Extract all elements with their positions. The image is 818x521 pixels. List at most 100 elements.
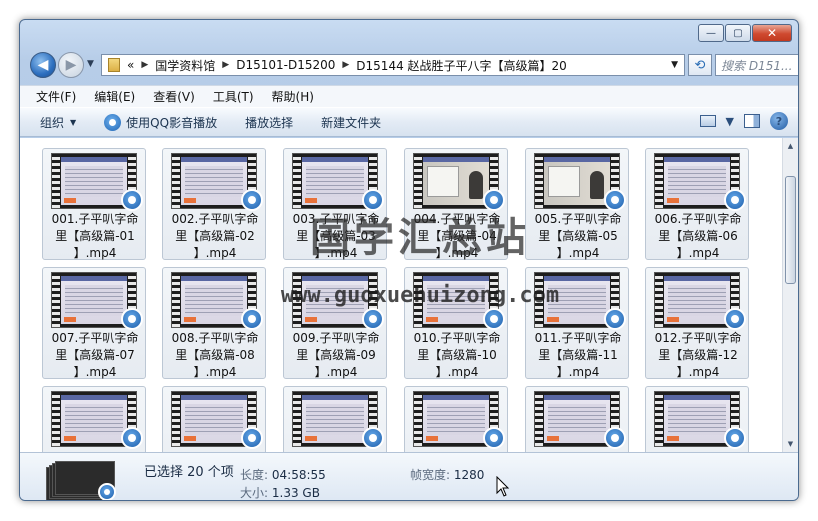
help-icon[interactable]: ? xyxy=(770,112,788,130)
file-item[interactable]: 012.子平叭字命 里【高级篇-12 】.mp4 xyxy=(645,267,749,379)
file-item[interactable]: 005.子平叭字命 里【高级篇-05 】.mp4 xyxy=(525,148,629,260)
details-pane: 已选择 20 个项 长度: 04:58:55 大小: 1.33 GB 帧宽度: … xyxy=(20,452,798,500)
caption-buttons: — ▢ ✕ xyxy=(697,24,792,42)
file-item[interactable]: 010.子平叭字命 里【高级篇-10 】.mp4 xyxy=(404,267,508,379)
frame-width-label: 帧宽度: xyxy=(410,468,451,482)
slide-tag xyxy=(184,436,196,441)
scrollbar-thumb[interactable] xyxy=(785,176,796,284)
frame-width-value: 1280 xyxy=(453,468,485,482)
menu-edit[interactable]: 编辑(E) xyxy=(94,88,135,105)
new-folder-button[interactable]: 新建文件夹 xyxy=(321,114,381,131)
slide-tag xyxy=(305,317,317,322)
slide-tag xyxy=(426,436,438,441)
folder-icon xyxy=(108,58,120,72)
file-item[interactable]: 001.子平叭字命 里【高级篇-01 】.mp4 xyxy=(42,148,146,260)
qq-player-icon xyxy=(98,483,116,500)
file-item[interactable]: 004.子平叭字命 里【高级篇-04 】.mp4 xyxy=(404,148,508,260)
file-name: 009.子平叭字命 里【高级篇-09 】.mp4 xyxy=(284,330,388,381)
file-item[interactable] xyxy=(645,386,749,452)
forward-button[interactable]: ▶ xyxy=(58,52,84,78)
arrow-right-icon: ▶ xyxy=(65,57,77,73)
preview-pane-icon[interactable] xyxy=(744,114,760,128)
qq-player-icon xyxy=(241,189,263,211)
file-item[interactable]: 006.子平叭字命 里【高级篇-06 】.mp4 xyxy=(645,148,749,260)
qq-player-icon xyxy=(241,308,263,330)
file-item[interactable] xyxy=(162,386,266,452)
breadcrumb-item[interactable]: D15144 赵战胜子平八字【高级篇】20 xyxy=(356,57,567,74)
scroll-down-icon[interactable]: ▼ xyxy=(783,436,798,452)
file-name-line: 里【高级篇-08 xyxy=(175,348,255,362)
address-bar[interactable]: « ▶ 国学资料馆 ▶ D15101-D15200 ▶ D15144 赵战胜子平… xyxy=(101,54,685,76)
file-name-line: 里【高级篇-04 xyxy=(417,229,497,243)
selection-count: 已选择 20 个项 xyxy=(144,465,234,480)
slide-text xyxy=(306,166,364,197)
file-item[interactable]: 003.子平叭字命 里【高级篇-03 】.mp4 xyxy=(283,148,387,260)
address-dropdown-icon[interactable]: ▼ xyxy=(671,60,678,70)
slide-tag xyxy=(64,198,76,203)
file-item[interactable]: 002.子平叭字命 里【高级篇-02 】.mp4 xyxy=(162,148,266,260)
file-name: 007.子平叭字命 里【高级篇-07 】.mp4 xyxy=(43,330,147,381)
command-bar: 组织 ▼ 使用QQ影音播放 播放选择 新建文件夹 ▼ ? xyxy=(20,107,798,137)
close-button[interactable]: ✕ xyxy=(752,24,792,42)
search-input[interactable]: 搜索 D151... xyxy=(721,57,798,74)
file-item[interactable] xyxy=(283,386,387,452)
file-name-line: 】.mp4 xyxy=(435,365,479,379)
slide-tag xyxy=(667,436,679,441)
file-name-line: 008.子平叭字命 xyxy=(171,331,259,345)
breadcrumb-overflow[interactable]: « xyxy=(127,58,134,72)
breadcrumb-separator-icon[interactable]: ▶ xyxy=(222,60,229,70)
file-name: 011.子平叭字命 里【高级篇-11 】.mp4 xyxy=(526,330,630,381)
chevron-down-icon: ▼ xyxy=(70,117,77,127)
file-item[interactable] xyxy=(42,386,146,452)
view-dropdown-icon[interactable]: ▼ xyxy=(726,115,734,128)
scroll-up-icon[interactable]: ▲ xyxy=(783,138,798,154)
file-name-line: 010.子平叭字命 xyxy=(413,331,501,345)
slide-header xyxy=(61,157,127,162)
slide-header xyxy=(181,276,247,281)
file-item[interactable]: 011.子平叭字命 里【高级篇-11 】.mp4 xyxy=(525,267,629,379)
vertical-scrollbar[interactable]: ▲ ▼ xyxy=(782,138,798,452)
menu-view[interactable]: 查看(V) xyxy=(153,88,195,105)
search-box[interactable]: 搜索 D151... ⚲ xyxy=(715,54,799,76)
play-selection-button[interactable]: 播放选择 xyxy=(245,114,293,131)
search-icon[interactable]: ⚲ xyxy=(798,58,799,73)
qq-player-icon xyxy=(121,308,143,330)
refresh-icon: ⟲ xyxy=(694,57,706,73)
breadcrumb-separator-icon[interactable]: ▶ xyxy=(141,60,148,70)
selection-thumbnail-stack xyxy=(46,461,120,500)
menu-help[interactable]: 帮助(H) xyxy=(272,88,314,105)
qq-player-icon xyxy=(604,427,626,449)
file-item[interactable]: 008.子平叭字命 里【高级篇-08 】.mp4 xyxy=(162,267,266,379)
menu-file[interactable]: 文件(F) xyxy=(36,88,76,105)
breadcrumb-item[interactable]: 国学资料馆 xyxy=(155,57,215,74)
recent-pages-dropdown[interactable]: ▼ xyxy=(87,59,94,69)
slide-text xyxy=(185,404,243,435)
refresh-button[interactable]: ⟲ xyxy=(688,54,712,76)
slide-tag xyxy=(547,317,559,322)
breadcrumb-item[interactable]: D15101-D15200 xyxy=(236,58,335,72)
breadcrumb-separator-icon[interactable]: ▶ xyxy=(342,60,349,70)
file-name-line: 007.子平叭字命 xyxy=(51,331,139,345)
file-name: 010.子平叭字命 里【高级篇-10 】.mp4 xyxy=(405,330,509,381)
explorer-window: — ▢ ✕ ◀ ▶ ▼ « ▶ 国学资料馆 ▶ D15101-D15200 ▶ … xyxy=(19,19,799,501)
play-with-qq-button[interactable]: 使用QQ影音播放 xyxy=(104,113,217,131)
file-name: 001.子平叭字命 里【高级篇-01 】.mp4 xyxy=(43,211,147,262)
menu-tools[interactable]: 工具(T) xyxy=(213,88,254,105)
file-item[interactable] xyxy=(404,386,508,452)
file-item[interactable]: 007.子平叭字命 里【高级篇-07 】.mp4 xyxy=(42,267,146,379)
organize-button[interactable]: 组织 ▼ xyxy=(40,114,76,131)
slide-header xyxy=(423,157,489,162)
toolbar-right: ▼ ? xyxy=(690,112,788,130)
file-list[interactable]: 001.子平叭字命 里【高级篇-01 】.mp4 002.子平叭字命 里【高级篇-02 】… xyxy=(20,138,798,452)
file-name-line: 】.mp4 xyxy=(556,365,600,379)
minimize-button[interactable]: — xyxy=(698,24,724,42)
file-name: 006.子平叭字命 里【高级篇-06 】.mp4 xyxy=(646,211,750,262)
file-name-line: 里【高级篇-05 xyxy=(538,229,618,243)
slide-text xyxy=(548,166,580,197)
change-view-icon[interactable] xyxy=(699,115,716,127)
file-item[interactable]: 009.子平叭字命 里【高级篇-09 】.mp4 xyxy=(283,267,387,379)
back-button[interactable]: ◀ xyxy=(30,52,56,78)
qq-player-icon xyxy=(121,189,143,211)
file-item[interactable] xyxy=(525,386,629,452)
maximize-button[interactable]: ▢ xyxy=(725,24,751,42)
